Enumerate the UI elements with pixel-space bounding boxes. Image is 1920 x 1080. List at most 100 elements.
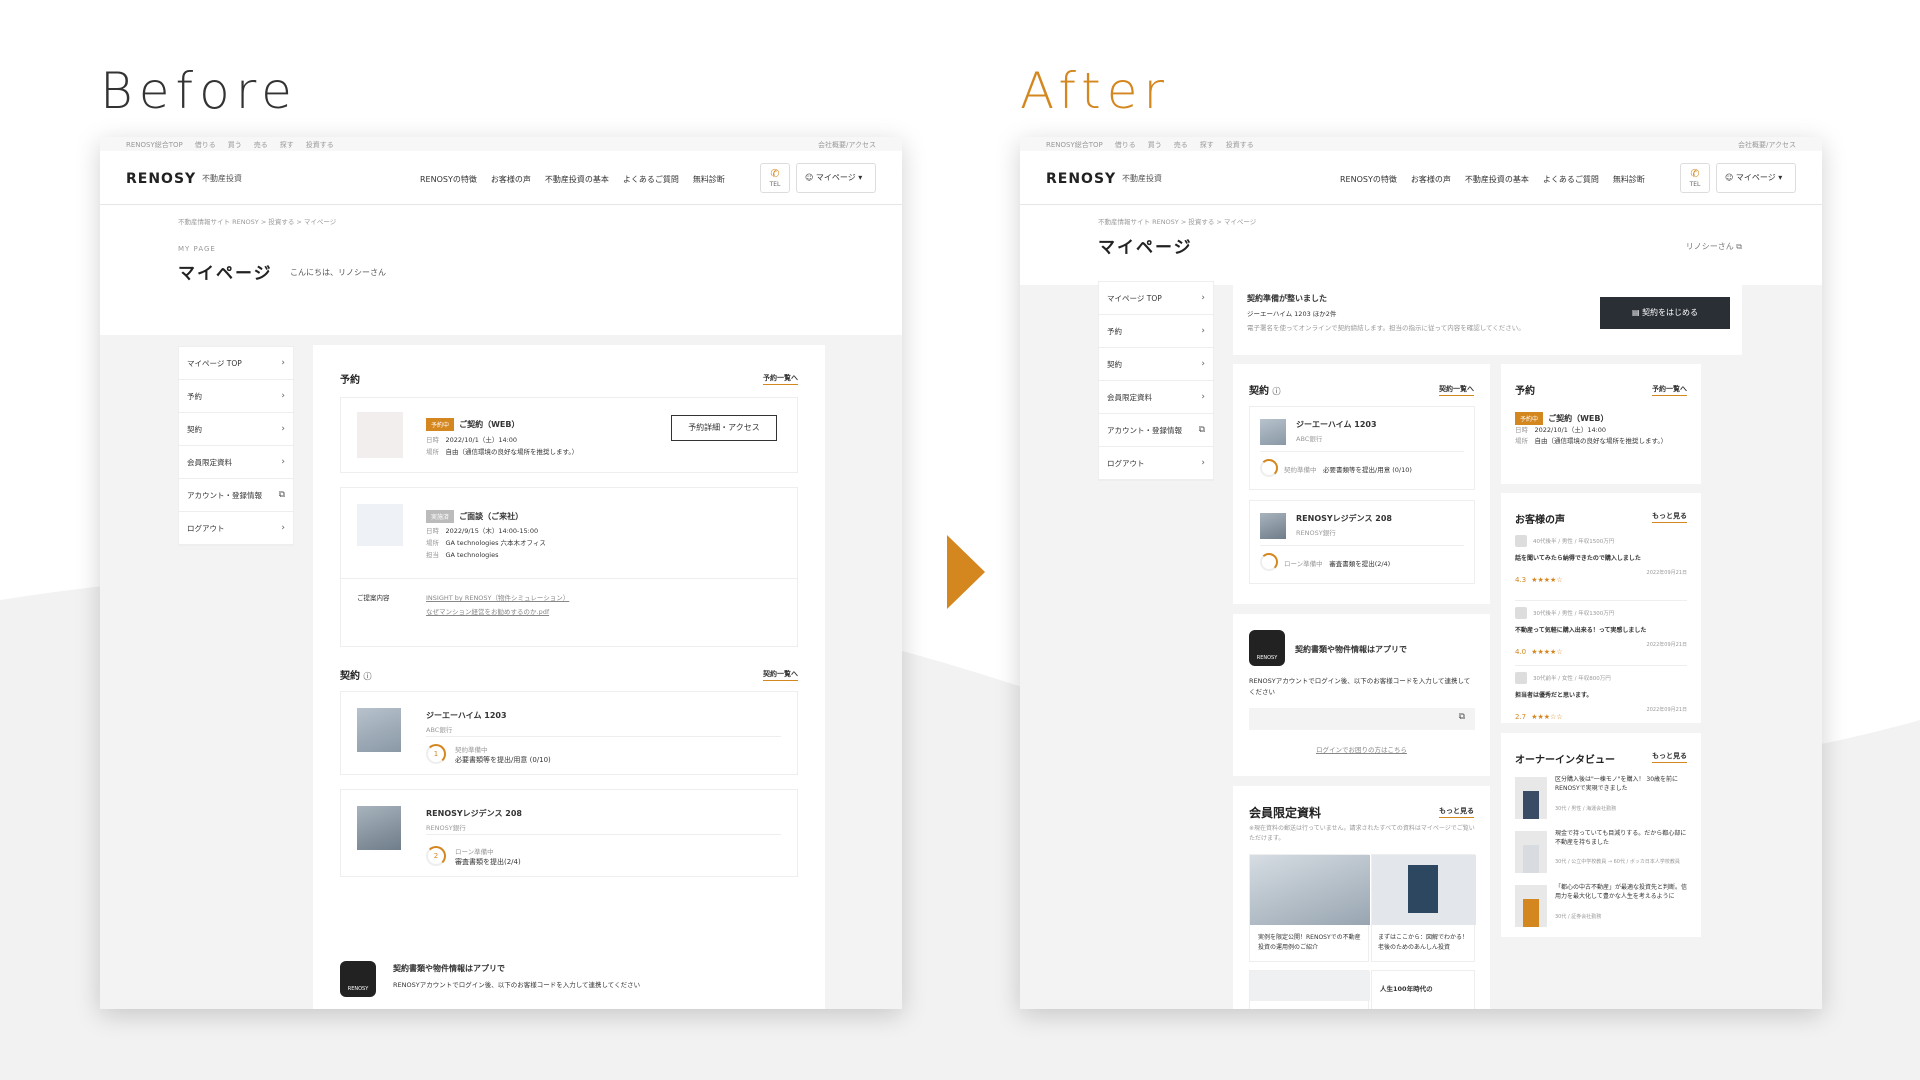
nav-item[interactable]: よくあるご質問 <box>623 174 679 185</box>
page-title: マイページ <box>178 264 273 284</box>
material-item[interactable]: 人生100年時代の <box>1371 970 1475 1009</box>
status-badge: 実施済 <box>426 510 455 523</box>
sidenav-item-contract[interactable]: 契約 › <box>1099 348 1213 381</box>
contract-item-1[interactable]: ジーエーハイム 1203 ABC銀行 1 契約準備中 必要書類等を提出/用意 (… <box>340 691 798 775</box>
interview-item[interactable]: 「都心の中古不動産」が最適な投資先と判断。信用力を最大化して豊かな人生を考えるよ… <box>1515 883 1687 933</box>
reserve-detail-button[interactable]: 予約詳細・アクセス <box>671 415 777 441</box>
company-link[interactable]: 会社概要/アクセス <box>1738 140 1796 150</box>
phone-icon: ✆ <box>1690 167 1700 180</box>
breadcrumb[interactable]: 不動産情報サイト RENOSY > 投資する > マイページ <box>178 216 336 226</box>
chevron-right-icon: › <box>281 523 285 533</box>
voice-item[interactable]: 40代後半 / 男性 / 年収1500万円 話を聞いてみたら納得できたので購入し… <box>1515 535 1687 595</box>
sidenav-item-reserve[interactable]: 予約 › <box>1099 315 1213 348</box>
star-rating-icon: ★★★★☆ <box>1531 648 1563 656</box>
mypage-label: マイページ <box>815 173 856 182</box>
mypage-button[interactable]: ☺ マイページ ▾ <box>796 163 876 193</box>
sidenav-item-contract[interactable]: 契約 › <box>179 413 293 446</box>
renosy-app-icon: RENOSY <box>340 961 376 997</box>
login-help-link[interactable]: ログインでお困りの方はこちら <box>1233 744 1490 754</box>
interview-meta: 30代 / 証券会社勤務 <box>1555 914 1602 920</box>
before-screenshot: RENOSY総合TOP 借りる 買う 売る 探す 投資する 会社概要/アクセス … <box>100 137 902 1009</box>
nav-item[interactable]: よくあるご質問 <box>1543 174 1599 185</box>
reserve-place: GA technologies 六本木オフィス <box>445 539 546 547</box>
app-title: 契約書類や物件情報はアプリで <box>393 964 505 973</box>
sidenav-item-logout[interactable]: ログアウト › <box>179 512 293 545</box>
contract-item-2[interactable]: RENOSYレジデンス 208 RENOSY銀行 2 ローン準備中 審査書類を提… <box>340 789 798 877</box>
util-link[interactable]: 買う <box>228 140 242 150</box>
before-label: Before <box>100 62 298 120</box>
rating-score: 4.3 <box>1515 576 1527 584</box>
breadcrumb[interactable]: 不動産情報サイト RENOSY > 投資する > マイページ <box>1098 216 1256 226</box>
contract-bank: ABC銀行 <box>426 726 453 734</box>
util-link[interactable]: RENOSY総合TOP <box>126 140 183 150</box>
proposal-link[interactable]: なぜマンション経営をお勧めするのか.pdf <box>426 606 549 616</box>
interviews-more-link[interactable]: もっと見る <box>1652 751 1687 763</box>
nav-item[interactable]: RENOSYの特徴 <box>420 174 477 185</box>
reserve-more-link[interactable]: 予約一覧へ <box>1652 384 1687 396</box>
reserve-more-link[interactable]: 予約一覧へ <box>763 373 798 385</box>
voice-meta: 30代後半 / 男性 / 年収1300万円 <box>1533 611 1615 617</box>
material-item[interactable] <box>1249 970 1370 1009</box>
contract-item-1[interactable]: ジーエーハイム 1203 ABC銀行 契約準備中 必要書類等を提出/用意 (0/… <box>1249 406 1475 490</box>
util-link[interactable]: 買う <box>1148 140 1162 150</box>
logo[interactable]: RENOSY <box>126 171 196 187</box>
sidenav-item-reserve[interactable]: 予約 › <box>179 380 293 413</box>
voice-date: 2022年09月21日 <box>1646 642 1687 648</box>
contract-status: 契約準備中 <box>1284 466 1317 474</box>
contract-item-2[interactable]: RENOSYレジデンス 208 RENOSY銀行 ローン準備中 審査書類を提出(… <box>1249 500 1475 584</box>
util-link[interactable]: 探す <box>1200 140 1214 150</box>
util-link[interactable]: 借りる <box>1115 140 1136 150</box>
proposal-link[interactable]: INSIGHT by RENOSY（物件シミュレーション） <box>426 592 569 602</box>
start-contract-button[interactable]: ▤ 契約をはじめる <box>1600 297 1730 329</box>
logo[interactable]: RENOSY <box>1046 171 1116 187</box>
nav-item[interactable]: 無料診断 <box>1613 174 1645 185</box>
chevron-right-icon: › <box>1201 359 1205 369</box>
util-link[interactable]: 投資する <box>1226 140 1254 150</box>
util-link[interactable]: 投資する <box>306 140 334 150</box>
util-link[interactable]: 借りる <box>195 140 216 150</box>
util-link[interactable]: 探す <box>280 140 294 150</box>
nav-item[interactable]: 不動産投資の基本 <box>1465 174 1529 185</box>
util-link[interactable]: 売る <box>254 140 268 150</box>
materials-more-link[interactable]: もっと見る <box>1439 806 1474 818</box>
interview-item[interactable]: 区分購入後は"一棟モノ"を購入！ 30歳を前にRENOSYで実現できました 30… <box>1515 775 1687 825</box>
contract-bank: RENOSY銀行 <box>1296 529 1336 537</box>
account-link[interactable]: リノシーさん ⧉ <box>1686 241 1742 252</box>
customer-code-field[interactable]: ⧉ <box>1249 708 1475 730</box>
sidenav-item-logout[interactable]: ログアウト › <box>1099 447 1213 480</box>
sidenav-item-materials[interactable]: 会員限定資料 › <box>1099 381 1213 414</box>
nav-item[interactable]: お客様の声 <box>491 174 531 185</box>
material-item[interactable]: まずはここから：図解でわかる！老後のためのあんしん投資 <box>1371 854 1476 962</box>
voice-text: 担当者は優秀だと思います。 <box>1515 692 1593 699</box>
voice-item[interactable]: 30代前半 / 女性 / 年収800万円 担当者は優秀だと思います。 2.7 ★… <box>1515 665 1687 721</box>
contract-name: RENOSYレジデンス 208 <box>1296 514 1392 523</box>
sidenav-item-top[interactable]: マイページ TOP › <box>179 347 293 380</box>
interview-item[interactable]: 現金で持っていても目減りする。だから都心部に不動産を持ちました 30代 / 公立… <box>1515 829 1687 879</box>
sidenav-item-materials[interactable]: 会員限定資料 › <box>179 446 293 479</box>
rating-score: 4.0 <box>1515 648 1527 656</box>
help-icon: ⓘ <box>363 672 372 681</box>
voices-more-link[interactable]: もっと見る <box>1652 511 1687 523</box>
mypage-button[interactable]: ☺ マイページ ▾ <box>1716 163 1796 193</box>
contract-more-link[interactable]: 契約一覧へ <box>1439 384 1474 396</box>
nav-item[interactable]: 不動産投資の基本 <box>545 174 609 185</box>
util-link[interactable]: RENOSY総合TOP <box>1046 140 1103 150</box>
contract-detail: 必要書類等を提出/用意 (0/10) <box>455 756 551 764</box>
tel-button[interactable]: ✆ TEL <box>760 163 790 193</box>
page-title: マイページ <box>1098 238 1193 258</box>
contract-more-link[interactable]: 契約一覧へ <box>763 669 798 681</box>
building-thumbnail <box>1260 419 1286 445</box>
nav-item[interactable]: RENOSYの特徴 <box>1340 174 1397 185</box>
site-header: RENOSY 不動産投資 RENOSYの特徴 お客様の声 不動産投資の基本 よく… <box>1020 151 1822 205</box>
voice-item[interactable]: 30代後半 / 男性 / 年収1300万円 不動産って気軽に購入出来る！って実感… <box>1515 600 1687 660</box>
sidenav-item-top[interactable]: マイページ TOP › <box>1099 282 1213 315</box>
company-link[interactable]: 会社概要/アクセス <box>818 140 876 150</box>
tel-button[interactable]: ✆ TEL <box>1680 163 1710 193</box>
sidenav-item-account[interactable]: アカウント・登録情報 ⧉ <box>1099 414 1213 447</box>
sidenav-item-account[interactable]: アカウント・登録情報 ⧉ <box>179 479 293 512</box>
util-link[interactable]: 売る <box>1174 140 1188 150</box>
chevron-right-icon: › <box>281 391 285 401</box>
nav-item[interactable]: 無料診断 <box>693 174 725 185</box>
nav-item[interactable]: お客様の声 <box>1411 174 1451 185</box>
material-item[interactable]: 実例を限定公開！RENOSYでの不動産投資の運用例のご紹介 <box>1249 854 1370 962</box>
